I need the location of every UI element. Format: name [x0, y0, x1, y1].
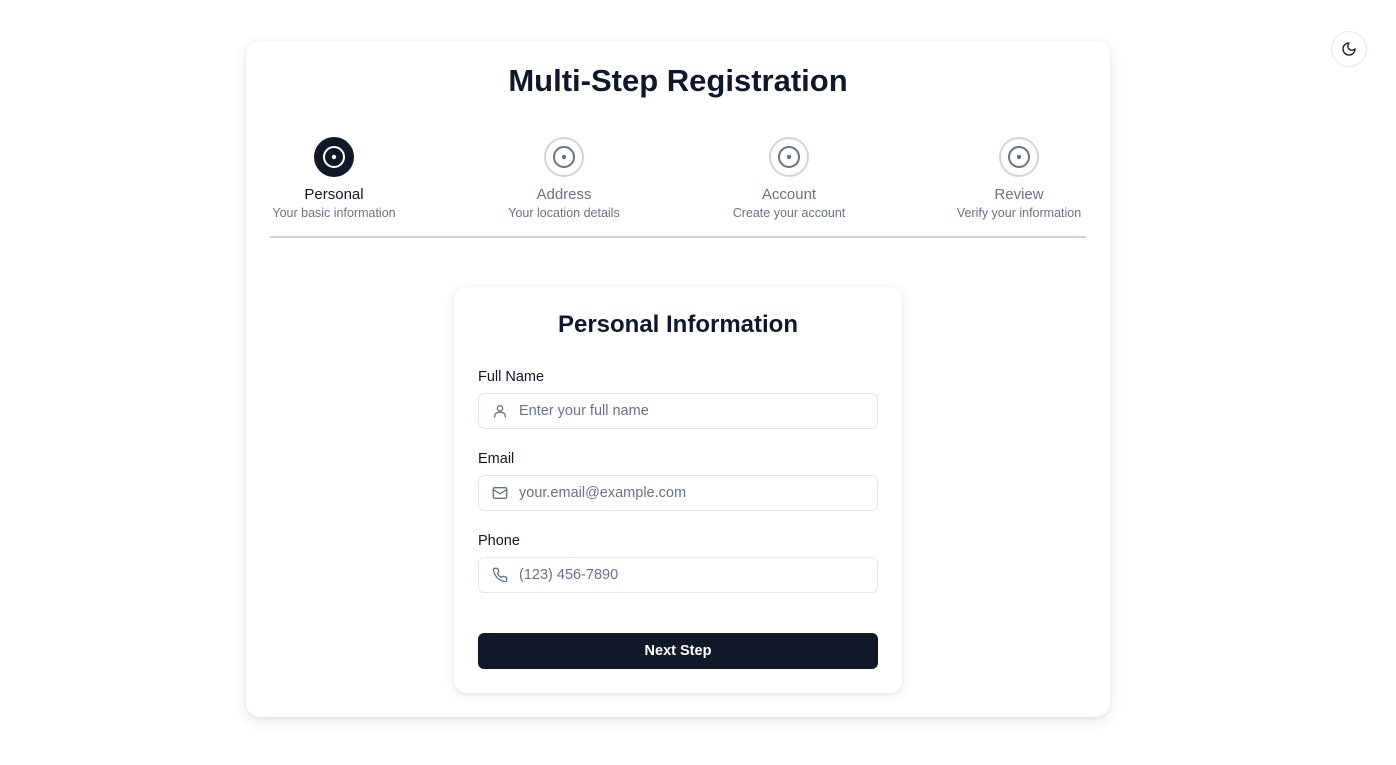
- phone-icon: [479, 567, 519, 583]
- email-label: Email: [478, 451, 515, 467]
- step-description: Your location details: [508, 206, 620, 220]
- step-account[interactable]: Account Create your account: [728, 137, 850, 221]
- step-indicator: [999, 137, 1039, 177]
- step-label: Account: [761, 186, 817, 203]
- user-icon: [479, 403, 519, 419]
- circle-dot-icon: [553, 146, 575, 168]
- email-field: [478, 475, 878, 511]
- step-indicator: [769, 137, 809, 177]
- form-title: Personal Information: [557, 311, 799, 338]
- step-description: Create your account: [732, 206, 846, 220]
- step-indicator: [544, 137, 584, 177]
- personal-info-form: Personal Information Full Name Email Pho…: [454, 287, 902, 693]
- mail-icon: [479, 485, 519, 501]
- step-label: Review: [994, 186, 1044, 203]
- step-description: Your basic information: [272, 206, 396, 220]
- full-name-label: Full Name: [478, 369, 545, 385]
- theme-toggle-button[interactable]: [1331, 31, 1367, 67]
- circle-dot-icon: [1008, 146, 1030, 168]
- step-label: Personal: [304, 186, 364, 203]
- full-name-field: [478, 393, 878, 429]
- page-title: Multi-Step Registration: [508, 63, 848, 98]
- stepper: Personal Your basic information Address …: [270, 137, 1086, 238]
- moon-icon: [1342, 42, 1356, 56]
- step-address[interactable]: Address Your location details: [503, 137, 625, 221]
- full-name-input[interactable]: [519, 403, 869, 419]
- step-label: Address: [536, 186, 592, 203]
- registration-card: Multi-Step Registration Personal Your ba…: [246, 41, 1110, 717]
- phone-field: [478, 557, 878, 593]
- step-description: Verify your information: [956, 206, 1082, 220]
- circle-dot-icon: [323, 146, 345, 168]
- circle-dot-icon: [778, 146, 800, 168]
- step-review[interactable]: Review Verify your information: [952, 137, 1086, 221]
- phone-input[interactable]: [519, 567, 869, 583]
- next-step-button[interactable]: Next Step: [478, 633, 878, 669]
- phone-label: Phone: [478, 533, 520, 549]
- step-personal[interactable]: Personal Your basic information: [270, 137, 398, 221]
- step-indicator: [314, 137, 354, 177]
- email-input[interactable]: [519, 485, 869, 501]
